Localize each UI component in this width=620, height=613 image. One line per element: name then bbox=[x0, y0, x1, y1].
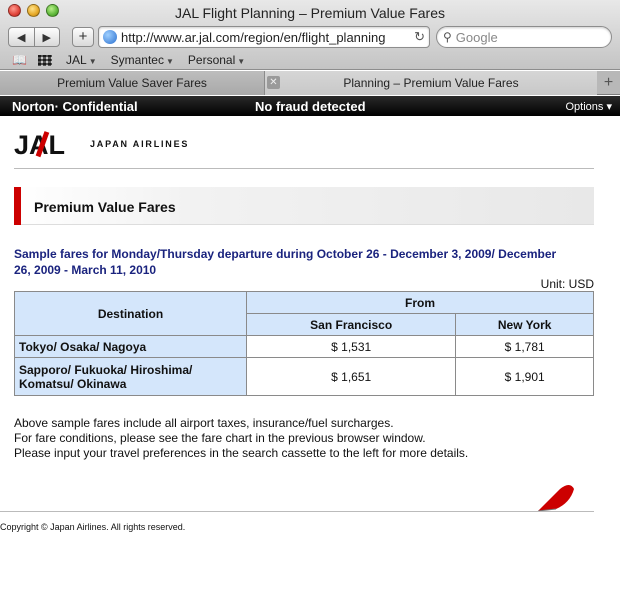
norton-options-button[interactable]: Options ▾ bbox=[565, 100, 612, 113]
window-title: JAL Flight Planning – Premium Value Fare… bbox=[174, 5, 445, 21]
address-bar[interactable]: http://www.ar.jal.com/region/en/flight_p… bbox=[98, 26, 430, 48]
window-toolbar: JAL Flight Planning – Premium Value Fare… bbox=[0, 0, 620, 70]
destination-cell: Sapporo/ Fukuoka/ Hiroshima/ Komatsu/ Ok… bbox=[14, 357, 247, 396]
fare-cell: $ 1,531 bbox=[245, 335, 457, 358]
close-tab-icon[interactable]: ✕ bbox=[267, 76, 280, 89]
header-divider bbox=[14, 168, 594, 169]
bookmarks-bar: 📖 JAL ▼ Symantec ▼ Personal ▼ bbox=[0, 51, 620, 69]
from-header: From bbox=[246, 291, 594, 314]
copyright-text: Copyright © Japan Airlines. All rights r… bbox=[0, 522, 186, 532]
norton-brand: Norton· Confidential bbox=[12, 98, 138, 114]
jal-logo-mark: JAL bbox=[14, 130, 65, 158]
back-button[interactable]: ◀ bbox=[9, 28, 34, 46]
globe-icon bbox=[103, 30, 117, 44]
bookmark-symantec[interactable]: Symantec ▼ bbox=[111, 53, 174, 67]
fare-cell: $ 1,901 bbox=[455, 357, 594, 396]
chevron-down-icon: ▼ bbox=[237, 57, 246, 66]
norton-toolbar: Norton· Confidential No fraud detected O… bbox=[0, 96, 620, 116]
airline-name: JAPAN AIRLINES bbox=[90, 139, 190, 149]
back-arrow-icon: ◀ bbox=[17, 31, 26, 44]
new-tab-button[interactable]: + bbox=[597, 71, 620, 94]
top-sites-icon[interactable] bbox=[38, 54, 52, 66]
destination-cell: Tokyo/ Osaka/ Nagoya bbox=[14, 335, 247, 358]
table-row: Sapporo/ Fukuoka/ Hiroshima/ Komatsu/ Ok… bbox=[14, 357, 594, 396]
add-bookmark-button[interactable]: + bbox=[72, 27, 94, 47]
tab-strip: Premium Value Saver Fares ✕ Planning – P… bbox=[0, 71, 620, 95]
search-input[interactable] bbox=[455, 29, 596, 45]
chevron-down-icon: ▾ bbox=[606, 100, 612, 113]
destination-header: Destination bbox=[14, 291, 247, 336]
history-nav: ◀ ▶ bbox=[8, 27, 60, 47]
fare-period-description: Sample fares for Monday/Thursday departu… bbox=[14, 247, 557, 277]
origin-header-san-francisco: San Francisco bbox=[245, 313, 457, 336]
forward-button[interactable]: ▶ bbox=[33, 28, 60, 46]
fares-table: Destination From San Francisco New York … bbox=[14, 291, 594, 396]
tab-premium-value-saver-fares[interactable]: Premium Value Saver Fares bbox=[0, 71, 265, 95]
note-line: Above sample fares include all airport t… bbox=[14, 416, 394, 430]
page-heading-box: Premium Value Fares bbox=[14, 187, 594, 225]
footer-divider bbox=[0, 511, 594, 512]
note-line: For fare conditions, please see the fare… bbox=[14, 431, 426, 445]
page-content: JAL JAPAN AIRLINES Premium Value Fares S… bbox=[0, 117, 620, 613]
fare-cell: $ 1,651 bbox=[245, 357, 457, 396]
browser-window: JAL Flight Planning – Premium Value Fare… bbox=[0, 0, 620, 613]
page-title: Premium Value Fares bbox=[34, 199, 176, 215]
heading-accent-bar bbox=[14, 187, 21, 225]
fraud-status: No fraud detected bbox=[255, 98, 366, 114]
fare-notes: Above sample fares include all airport t… bbox=[14, 416, 594, 461]
bookmark-jal[interactable]: JAL ▼ bbox=[66, 53, 97, 67]
search-icon: ⚲ bbox=[443, 30, 452, 44]
forward-arrow-icon: ▶ bbox=[42, 31, 51, 44]
chevron-down-icon: ▼ bbox=[165, 57, 174, 66]
bookmark-personal[interactable]: Personal ▼ bbox=[188, 53, 245, 67]
jal-logo[interactable]: JAL JAPAN AIRLINES bbox=[14, 129, 189, 159]
note-line: Please input your travel preferences in … bbox=[14, 446, 469, 460]
url-text[interactable]: http://www.ar.jal.com/region/en/flight_p… bbox=[121, 30, 417, 45]
origin-header-new-york: New York bbox=[455, 313, 594, 336]
fare-cell: $ 1,781 bbox=[455, 335, 594, 358]
search-field[interactable]: ⚲ bbox=[436, 26, 612, 48]
reload-icon[interactable]: ↻ bbox=[414, 29, 425, 45]
currency-unit: Unit: USD bbox=[540, 277, 594, 291]
reading-list-icon[interactable]: 📖 bbox=[12, 53, 28, 67]
chevron-down-icon: ▼ bbox=[88, 57, 97, 66]
tab-planning-premium-value-fares[interactable]: ✕ Planning – Premium Value Fares bbox=[265, 71, 597, 95]
table-row: Tokyo/ Osaka/ Nagoya $ 1,531 $ 1,781 bbox=[14, 335, 594, 358]
